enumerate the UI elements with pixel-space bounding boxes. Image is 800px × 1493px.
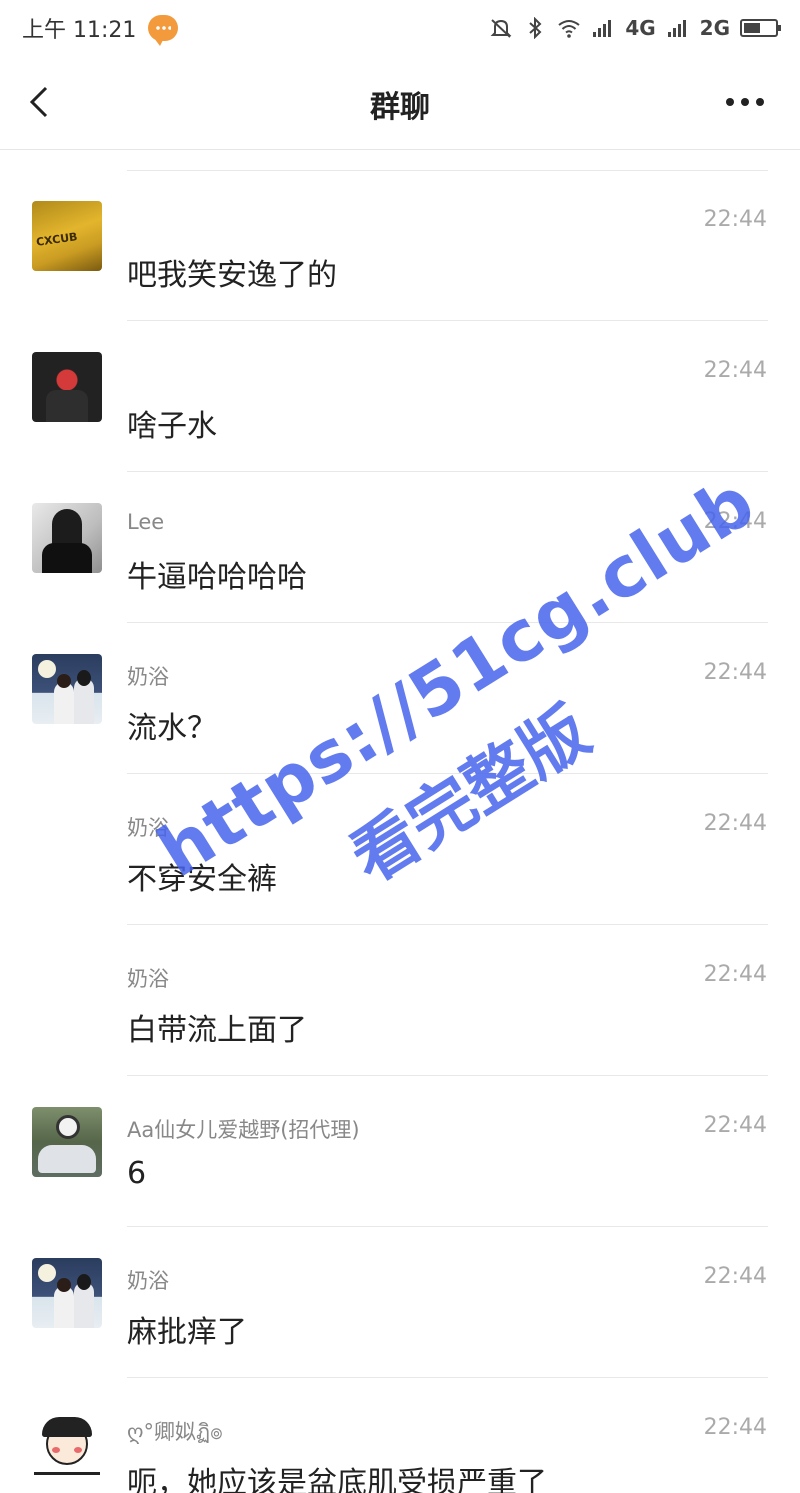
- list-item[interactable]: 奶浴 22:44 白带流上面了: [0, 925, 800, 1076]
- list-item[interactable]: 奶浴 22:44 流水？: [0, 623, 800, 774]
- notification-bubble-icon: [148, 15, 179, 46]
- chat-screen: 上午 11:21 4G 2G 群聊 CXCUB 22:44 吧我笑安逸了的 22…: [0, 0, 800, 1493]
- signal-icon-2: [667, 20, 686, 37]
- sender-name: ღ°卿姒ฏิ๏: [127, 1420, 223, 1444]
- status-time: 上午 11:21: [22, 18, 137, 43]
- status-left: 上午 11:21: [22, 12, 179, 46]
- sender-name: 奶浴: [127, 665, 169, 689]
- list-item[interactable]: 奶浴 22:44 不穿安全裤: [0, 774, 800, 925]
- list-item[interactable]: Aa仙女儿爱越野(招代理) 22:44 6: [0, 1076, 800, 1227]
- message-text: 流水？: [127, 711, 217, 746]
- message-text: 呃，她应该是盆底肌受损严重了: [127, 1466, 547, 1493]
- sender-name: Lee: [127, 510, 165, 534]
- avatar[interactable]: [32, 352, 102, 422]
- message-text: 啥子水: [127, 409, 217, 444]
- network-label-1: 4G: [625, 16, 656, 40]
- mute-icon: [490, 19, 512, 38]
- message-text: 吧我笑安逸了的: [127, 258, 337, 293]
- avatar[interactable]: [32, 1409, 102, 1479]
- list-item[interactable]: ღ°卿姒ฏิ๏ 22:44 呃，她应该是盆底肌受损严重了: [0, 1378, 800, 1493]
- list-item[interactable]: 22:44 啥子水: [0, 321, 800, 472]
- wifi-icon: [558, 20, 580, 38]
- sender-name: 奶浴: [127, 1269, 169, 1293]
- title-bar: 群聊: [0, 56, 800, 150]
- sender-name: 奶浴: [127, 816, 169, 840]
- message-time: 22:44: [703, 962, 767, 987]
- sender-name: Aa仙女儿爱越野(招代理): [127, 1118, 360, 1142]
- avatar[interactable]: [32, 654, 102, 724]
- message-text: 不穿安全裤: [127, 862, 277, 897]
- battery-icon: [740, 19, 781, 37]
- avatar[interactable]: CXCUB: [32, 201, 102, 271]
- list-item[interactable]: CXCUB 22:44 吧我笑安逸了的: [0, 170, 800, 321]
- message-time: 22:44: [703, 207, 767, 232]
- list-item[interactable]: 奶浴 22:44 麻批痒了: [0, 1227, 800, 1378]
- message-text: 麻批痒了: [127, 1315, 247, 1350]
- signal-icon: [593, 20, 612, 37]
- status-bar: 上午 11:21 4G 2G: [0, 0, 800, 56]
- avatar[interactable]: [32, 1258, 102, 1328]
- message-time: 22:44: [703, 811, 767, 836]
- message-time: 22:44: [703, 509, 767, 534]
- message-time: 22:44: [703, 660, 767, 685]
- bluetooth-icon: [529, 17, 542, 39]
- message-time: 22:44: [703, 1415, 767, 1440]
- message-time: 22:44: [703, 358, 767, 383]
- avatar[interactable]: [32, 503, 102, 573]
- more-dots-icon[interactable]: [726, 90, 766, 114]
- message-text: 白带流上面了: [127, 1013, 307, 1048]
- sender-name: 奶浴: [127, 967, 169, 991]
- avatar[interactable]: [32, 1107, 102, 1177]
- message-text: 牛逼哈哈哈哈: [127, 560, 307, 595]
- network-label-2: 2G: [699, 16, 730, 40]
- page-title: 群聊: [370, 90, 430, 125]
- list-item[interactable]: Lee 22:44 牛逼哈哈哈哈: [0, 472, 800, 623]
- message-time: 22:44: [703, 1113, 767, 1138]
- message-text: 6: [127, 1156, 147, 1191]
- status-right: 4G 2G: [489, 16, 781, 40]
- message-time: 22:44: [703, 1264, 767, 1289]
